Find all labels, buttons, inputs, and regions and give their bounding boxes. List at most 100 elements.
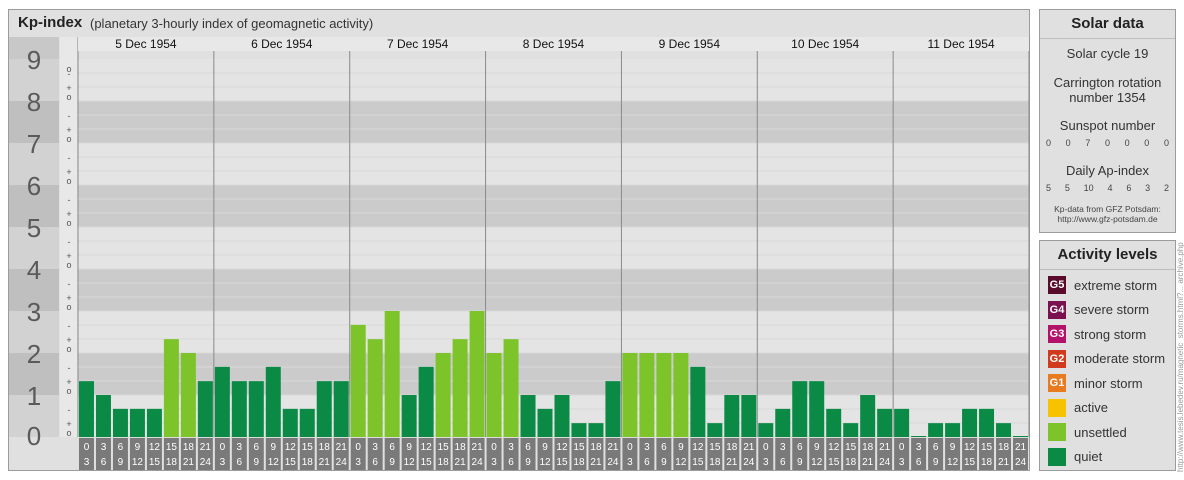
hour-end-label: 21 [862,457,874,468]
y-subtick-label: o [66,260,71,270]
kp-bar [180,353,196,437]
level-stripe [78,185,1029,227]
hour-start-label: 6 [661,442,667,453]
hour-start-label: 0 [763,442,769,453]
y-subtick-label: o [66,386,71,396]
hour-start-label: 21 [472,442,484,453]
hour-end-label: 6 [508,457,514,468]
level-severe-storm: G4 severe storm [1048,300,1149,319]
hour-end-label: 18 [438,457,450,468]
sunspot-value-7: 0 [1163,138,1169,148]
hour-start-label: 12 [421,442,433,453]
sunspot-label: Sunspot number [1059,118,1156,133]
level-label: strong storm [1074,326,1147,342]
level-stripe [78,311,1029,353]
kp-bar [775,408,791,437]
kp-bar [639,353,655,437]
y-tick-label: 6 [27,171,41,201]
hour-start-label: 6 [118,442,124,453]
kp-bar [758,423,774,437]
hour-start-label: 15 [166,442,178,453]
hour-end-label: 9 [933,457,939,468]
day-label: 8 Dec 1954 [523,37,585,51]
hour-start-label: 12 [964,442,976,453]
day-label: 6 Dec 1954 [251,37,313,51]
kp-bar [860,395,876,437]
kp-chart: 5 Dec 1954 6 Dec 1954 7 Dec 1954 8 Dec 1954… [9,37,1030,470]
level-active: active [1048,398,1108,417]
hour-start-label: 6 [525,442,531,453]
hour-end-label: 18 [845,457,857,468]
y-subtick-label: - [68,405,71,415]
y-subtick-label: + [66,335,71,345]
hour-end-label: 15 [149,457,161,468]
y-subtick-label: o [66,64,71,74]
y-tick-label: 5 [27,213,41,243]
y-subtick-label: - [68,237,71,247]
hour-end-label: 24 [607,457,619,468]
hour-start-label: 18 [319,442,331,453]
sunspot-value-1: 0 [1046,138,1052,148]
solar-data-title: Solar data [1040,10,1175,39]
y-tick-label: 3 [27,297,41,327]
kp-bar [554,395,570,437]
kp-bar [571,423,587,437]
source-watermark: http://www.tesis.lebedev.ru/magnetic_sto… [1176,242,1184,472]
kp-bar [333,381,349,437]
level-swatch [1048,447,1066,466]
hour-start-label: 15 [709,442,721,453]
hour-end-label: 15 [828,457,840,468]
level-swatch: G3 [1048,325,1066,343]
kp-bar [894,408,910,437]
hour-end-label: 9 [254,457,260,468]
hour-start-label: 6 [797,442,803,453]
hour-start-label: 9 [406,442,412,453]
hour-end-label: 18 [709,457,721,468]
sunspot-value-4: 0 [1104,138,1110,148]
hour-end-label: 9 [389,457,395,468]
hour-end-label: 12 [811,457,823,468]
hour-start-label: 6 [254,442,260,453]
hour-end-label: 24 [1015,457,1027,468]
hour-end-label: 9 [525,457,531,468]
hour-end-label: 6 [237,457,243,468]
hour-end-label: 12 [947,457,959,468]
ap-value-7: 2 [1163,183,1169,193]
hour-start-label: 3 [372,442,378,453]
hour-start-label: 21 [1015,442,1027,453]
kp-bar [299,408,315,437]
y-subtick-label: + [66,83,71,93]
hour-end-label: 21 [726,457,738,468]
hour-end-label: 12 [675,457,687,468]
kp-bar [79,381,94,437]
kp-bar [469,311,485,437]
kp-bar [367,339,383,437]
ap-value-1: 5 [1046,183,1052,193]
hour-end-label: 3 [899,457,905,468]
kp-bar [248,381,264,437]
hour-end-label: 6 [916,457,922,468]
hour-start-label: 15 [302,442,314,453]
hour-start-label: 18 [590,442,602,453]
kp-bar [197,381,213,437]
kp-bar [962,408,978,437]
kp-bar [809,381,825,437]
hour-end-label: 3 [763,457,769,468]
kp-bar [741,395,757,437]
ap-value-4: 4 [1107,183,1113,193]
hour-start-label: 0 [220,442,226,453]
y-subtick-label: + [66,125,71,135]
source-link[interactable]: http://www.gfz-potsdam.de [1040,214,1175,224]
level-label: unsettled [1074,424,1127,440]
hour-start-label: 12 [828,442,840,453]
carrington-line2: number 1354 [1069,90,1146,105]
y-subtick-label: + [66,209,71,219]
level-moderate-storm: G2 moderate storm [1048,349,1165,368]
kp-bar [673,353,689,437]
kp-bar [605,381,621,437]
level-stripe [78,101,1029,143]
hour-start-label: 12 [692,442,704,453]
kp-bar [945,423,961,437]
ap-label: Daily Ap-index [1065,163,1150,178]
hour-start-label: 9 [678,442,684,453]
